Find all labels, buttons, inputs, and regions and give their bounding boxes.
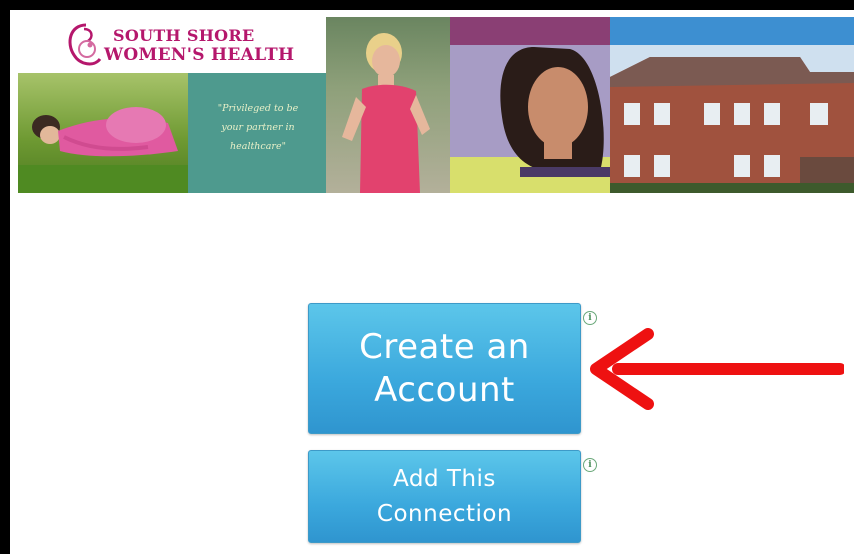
faded-background-text: [10, 215, 854, 275]
building-image: [610, 57, 854, 193]
add-connection-info-icon[interactable]: i: [583, 458, 597, 472]
photo-woman-portrait: [450, 17, 610, 193]
photo-building: [610, 17, 854, 193]
tagline-text: "Privileged to be your partner in health…: [217, 103, 299, 152]
page-frame: SOUTH SHORE WOMEN'S HEALTH "Privileged t…: [10, 10, 854, 554]
photo-woman-on-grass: [18, 73, 188, 193]
pregnant-woman-image: [18, 107, 188, 193]
header-banner: SOUTH SHORE WOMEN'S HEALTH "Privileged t…: [18, 17, 854, 193]
runner-image: [342, 33, 430, 193]
logo-title-line2: WOMEN'S HEALTH: [104, 45, 295, 65]
create-account-label: Create an Account: [359, 326, 530, 410]
tagline-panel: "Privileged to be your partner in health…: [188, 73, 326, 193]
logo[interactable]: SOUTH SHORE WOMEN'S HEALTH: [18, 17, 326, 73]
create-account-info-icon[interactable]: i: [583, 311, 597, 325]
photo-runner: [326, 17, 450, 193]
add-connection-button[interactable]: Add This Connection: [308, 450, 581, 543]
create-account-button[interactable]: Create an Account: [308, 303, 581, 434]
red-arrow-icon: [590, 328, 844, 410]
woman-portrait-image: [500, 47, 610, 177]
add-connection-label: Add This Connection: [376, 465, 513, 527]
logo-title-line1: SOUTH SHORE: [113, 26, 255, 45]
